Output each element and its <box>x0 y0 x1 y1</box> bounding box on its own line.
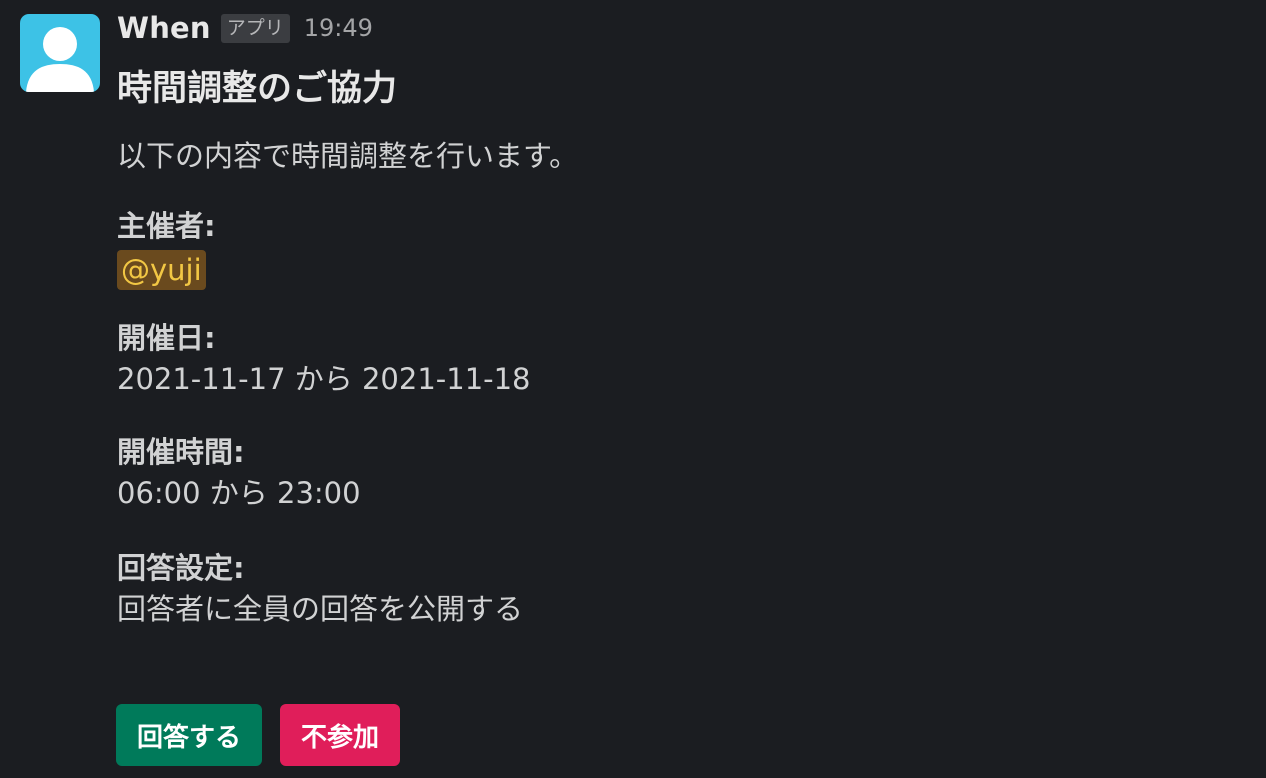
organizer-field: 主催者: @yuji <box>117 206 1246 290</box>
time-label: 開催時間: <box>117 435 245 469</box>
user-silhouette-icon <box>26 27 94 92</box>
timestamp[interactable]: 19:49 <box>304 14 373 42</box>
date-value: 2021-11-17 から 2021-11-18 <box>117 362 531 396</box>
avatar[interactable] <box>20 14 100 92</box>
action-buttons: 回答する 不参加 <box>116 704 401 766</box>
answer-setting-field: 回答設定: 回答者に全員の回答を公開する <box>117 548 1246 630</box>
answer-setting-label: 回答設定: <box>117 551 245 585</box>
intro-text: 以下の内容で時間調整を行います。 <box>117 139 579 173</box>
message-header: When アプリ 19:49 <box>117 10 1246 46</box>
organizer-label: 主催者: <box>117 209 216 243</box>
message-content: When アプリ 19:49 時間調整のご協力 以下の内容で時間調整を行います。… <box>117 10 1246 630</box>
date-label: 開催日: <box>117 321 216 355</box>
user-mention[interactable]: @yuji <box>117 250 206 290</box>
answer-button[interactable]: 回答する <box>116 704 263 766</box>
app-badge: アプリ <box>220 13 290 43</box>
app-message: When アプリ 19:49 時間調整のご協力 以下の内容で時間調整を行います。… <box>0 0 1266 778</box>
decline-button[interactable]: 不参加 <box>280 704 401 766</box>
time-value: 06:00 から 23:00 <box>117 476 361 510</box>
answer-setting-value: 回答者に全員の回答を公開する <box>117 592 524 626</box>
date-field: 開催日: 2021-11-17 から 2021-11-18 <box>117 318 1246 400</box>
message-title: 時間調整のご協力 <box>117 69 398 109</box>
time-field: 開催時間: 06:00 から 23:00 <box>117 432 1246 514</box>
sender-name[interactable]: When <box>117 11 211 45</box>
